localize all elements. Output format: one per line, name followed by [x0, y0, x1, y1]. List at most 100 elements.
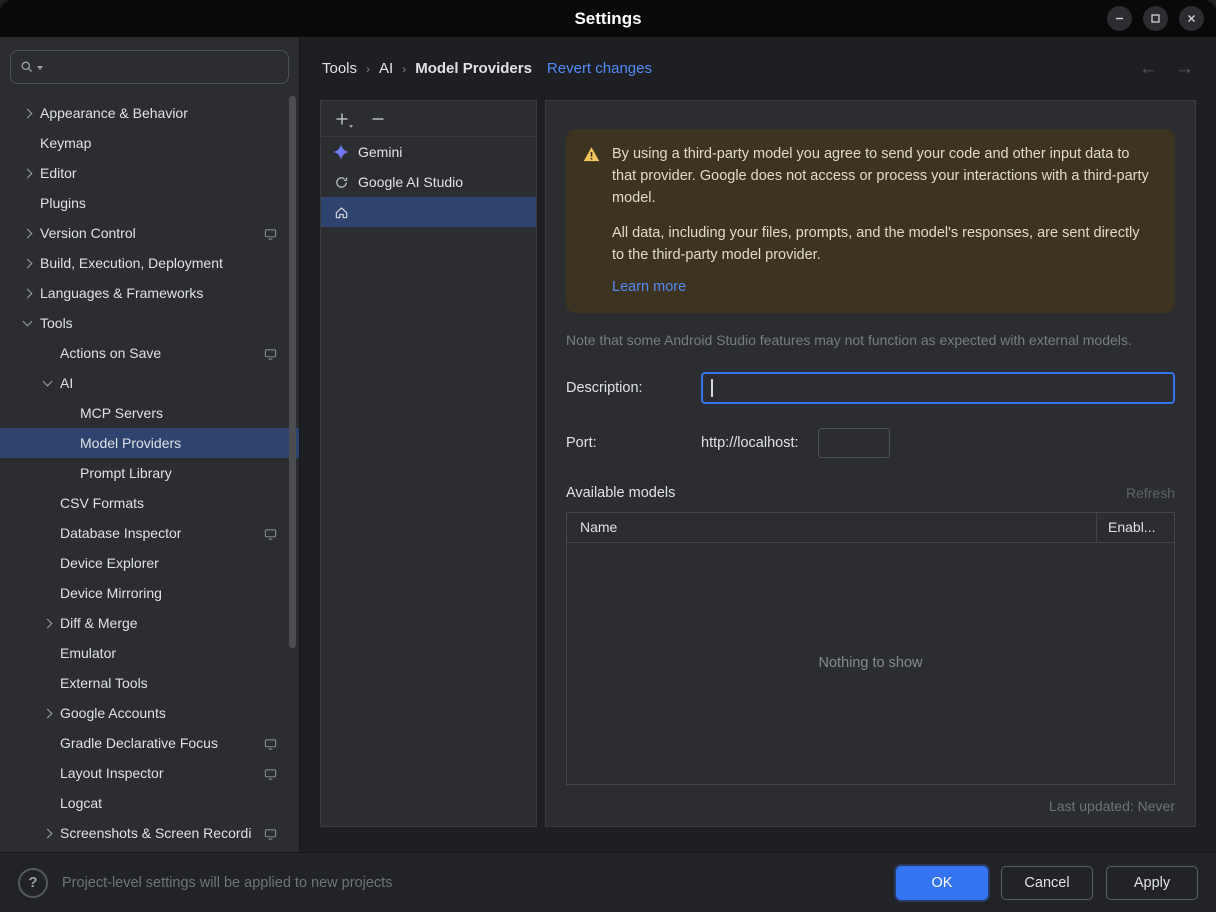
sidebar-item-ai[interactable]: AI: [0, 368, 299, 398]
sidebar-item-label: Logcat: [60, 795, 103, 811]
sidebar-item-label: Plugins: [40, 195, 86, 211]
sidebar-item-layout-inspector[interactable]: Layout Inspector: [0, 758, 299, 788]
back-arrow-icon[interactable]: ←: [1139, 58, 1158, 80]
provider-item-gemini[interactable]: Gemini: [321, 137, 536, 167]
sidebar-item-label: CSV Formats: [60, 495, 145, 511]
chevron-down-icon[interactable]: [16, 322, 38, 325]
description-label: Description:: [566, 379, 643, 396]
revert-changes-link[interactable]: Revert changes: [547, 60, 652, 77]
sidebar-item-label: MCP Servers: [80, 405, 163, 421]
chevron-down-icon[interactable]: [37, 66, 43, 70]
warning-text: By using a third-party model you agree t…: [612, 144, 1151, 299]
sidebar-item-external-tools[interactable]: External Tools: [0, 668, 299, 698]
screen-icon: [264, 347, 277, 360]
description-input[interactable]: [701, 371, 1175, 404]
minimize-icon: [1116, 17, 1123, 20]
sidebar-item-label: Google Accounts: [60, 705, 166, 721]
empty-state-text: Nothing to show: [818, 655, 923, 671]
plus-icon: [336, 113, 348, 124]
chevron-right-icon[interactable]: [16, 260, 38, 267]
history-nav: ← →: [1139, 58, 1194, 80]
description-row: Description:: [566, 371, 1175, 404]
warning-icon: [583, 146, 600, 299]
port-row: Port: http://localhost:: [566, 427, 1175, 458]
sidebar-item-csv-formats[interactable]: CSV Formats: [0, 488, 299, 518]
remove-provider-button[interactable]: [366, 107, 390, 131]
sidebar-item-version-control[interactable]: Version Control: [0, 218, 299, 248]
chevron-right-icon[interactable]: [36, 830, 58, 837]
settings-search-box[interactable]: [10, 50, 289, 84]
sidebar-item-build-execution-deployment[interactable]: Build, Execution, Deployment: [0, 248, 299, 278]
search-icon[interactable]: [20, 60, 34, 74]
sidebar-item-label: Editor: [40, 165, 77, 181]
screen-icon: [264, 227, 277, 240]
maximize-button[interactable]: [1143, 6, 1168, 31]
provider-item-label: Gemini: [358, 144, 403, 160]
ok-button[interactable]: OK: [896, 865, 988, 900]
sidebar-item-languages-frameworks[interactable]: Languages & Frameworks: [0, 278, 299, 308]
sidebar-item-mcp-servers[interactable]: MCP Servers: [0, 398, 299, 428]
sidebar-item-emulator[interactable]: Emulator: [0, 638, 299, 668]
sidebar-item-label: Emulator: [60, 645, 117, 661]
add-provider-button[interactable]: [330, 107, 354, 131]
sidebar-item-label: External Tools: [60, 675, 148, 691]
sidebar-item-tools[interactable]: Tools: [0, 308, 299, 338]
close-button[interactable]: [1179, 6, 1204, 31]
chevron-right-icon[interactable]: [16, 230, 38, 237]
breadcrumb-separator: ›: [366, 61, 371, 76]
sidebar-item-keymap[interactable]: Keymap: [0, 128, 299, 158]
sidebar-item-logcat[interactable]: Logcat: [0, 788, 299, 818]
chevron-right-icon[interactable]: [16, 110, 38, 117]
sidebar-item-model-providers[interactable]: Model Providers: [0, 428, 299, 458]
sidebar-item-gradle-declarative-focus[interactable]: Gradle Declarative Focus: [0, 728, 299, 758]
sidebar-item-google-accounts[interactable]: Google Accounts: [0, 698, 299, 728]
breadcrumb-tools[interactable]: Tools: [322, 60, 357, 77]
sidebar-item-label: Actions on Save: [60, 345, 162, 361]
chevron-right-icon[interactable]: [16, 170, 38, 177]
chevron-down-icon[interactable]: [36, 382, 58, 385]
sidebar-item-diff-merge[interactable]: Diff & Merge: [0, 608, 299, 638]
chevron-right-icon[interactable]: [16, 290, 38, 297]
sidebar-item-device-explorer[interactable]: Device Explorer: [0, 548, 299, 578]
sidebar-item-screenshots-screen-recording[interactable]: Screenshots & Screen Recordi: [0, 818, 299, 848]
column-header-enabled[interactable]: Enabl...: [1096, 512, 1174, 542]
sidebar-item-actions-on-save[interactable]: Actions on Save: [0, 338, 299, 368]
sidebar-item-label: Tools: [40, 315, 73, 331]
window-controls: [1107, 6, 1216, 31]
port-input[interactable]: [817, 427, 890, 458]
localhost-prefix: http://localhost:: [701, 434, 799, 451]
sidebar-item-appearance-behavior[interactable]: Appearance & Behavior: [0, 98, 299, 128]
sidebar-scrollbar[interactable]: [289, 96, 296, 648]
dialog-footer: ? Project-level settings will be applied…: [0, 852, 1216, 912]
column-header-name[interactable]: Name: [567, 513, 1096, 542]
minimize-button[interactable]: [1107, 6, 1132, 31]
sidebar-item-prompt-library[interactable]: Prompt Library: [0, 458, 299, 488]
sidebar-item-editor[interactable]: Editor: [0, 158, 299, 188]
warning-paragraph-1: By using a third-party model you agree t…: [612, 146, 1149, 206]
search-input[interactable]: [51, 59, 279, 75]
breadcrumb-ai[interactable]: AI: [379, 60, 393, 77]
learn-more-link[interactable]: Learn more: [612, 277, 686, 299]
sidebar-item-database-inspector[interactable]: Database Inspector: [0, 518, 299, 548]
model-providers-panels: Gemini Google AI Studio By using a third…: [300, 100, 1216, 852]
apply-button[interactable]: Apply: [1106, 865, 1198, 900]
chevron-right-icon[interactable]: [36, 710, 58, 717]
chevron-right-icon[interactable]: [36, 620, 58, 627]
provider-detail-panel: By using a third-party model you agree t…: [545, 100, 1196, 827]
third-party-warning: By using a third-party model you agree t…: [566, 129, 1175, 313]
sidebar-item-label: Appearance & Behavior: [40, 105, 188, 121]
sidebar-item-plugins[interactable]: Plugins: [0, 188, 299, 218]
sidebar-item-label: Diff & Merge: [60, 615, 138, 631]
forward-arrow-icon[interactable]: →: [1175, 58, 1194, 80]
home-icon: [333, 205, 349, 220]
refresh-link[interactable]: Refresh: [1126, 485, 1175, 501]
help-icon[interactable]: ?: [18, 867, 48, 898]
breadcrumb-model-providers: Model Providers: [415, 60, 532, 77]
external-models-note: Note that some Android Studio features m…: [566, 331, 1132, 348]
provider-item-new[interactable]: [321, 197, 536, 227]
sidebar-item-label: Screenshots & Screen Recordi: [60, 825, 252, 841]
port-label: Port:: [566, 434, 597, 451]
cancel-button[interactable]: Cancel: [1001, 865, 1093, 900]
sidebar-item-device-mirroring[interactable]: Device Mirroring: [0, 578, 299, 608]
provider-item-google-ai-studio[interactable]: Google AI Studio: [321, 167, 536, 197]
